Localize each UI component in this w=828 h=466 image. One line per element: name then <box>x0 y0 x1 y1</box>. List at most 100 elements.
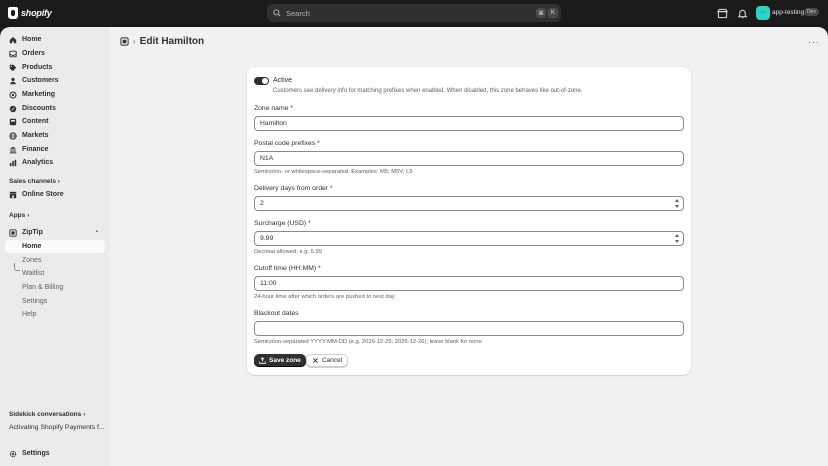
zone-name-value: Hamilton <box>260 120 287 127</box>
more-actions-icon[interactable]: ··· <box>808 37 820 48</box>
sidebar-item-label: Orders <box>22 50 45 57</box>
zone-name-label: Zone name * <box>254 105 293 112</box>
sidebar-item-customers[interactable]: Customers <box>5 74 105 87</box>
sidebar-item-home[interactable]: Home <box>5 33 105 46</box>
app-icon[interactable] <box>120 37 129 46</box>
sidebar-item-orders[interactable]: Orders <box>5 47 105 60</box>
subnav-item-plan-billing[interactable]: Plan & Billing <box>5 281 105 294</box>
postal-prefixes-input[interactable]: N1A <box>254 151 684 166</box>
save-icon <box>259 357 266 364</box>
sidebar: Home Orders Products Customers Marketing… <box>0 27 110 466</box>
gear-icon <box>9 450 17 457</box>
sidebar-item-label: Home <box>22 36 42 43</box>
delivery-days-input[interactable]: 2 <box>254 196 684 211</box>
sidebar-item-label: ZipTip <box>22 229 43 236</box>
shortcut-key-k: K <box>548 8 558 18</box>
store-icon[interactable] <box>717 8 728 19</box>
sidebar-item-settings[interactable]: Settings <box>5 447 105 460</box>
zone-form-card: Active Customers see delivery info for m… <box>247 67 691 375</box>
inbox-icon <box>9 50 17 57</box>
subnav-item-help[interactable]: Help <box>5 308 105 321</box>
store-avatar[interactable]: ··· <box>756 6 770 20</box>
sidebar-item-analytics[interactable]: Analytics <box>5 156 105 169</box>
globe-icon <box>9 131 17 140</box>
sidebar-item-label: Marketing <box>22 91 56 98</box>
subnav-item-zones[interactable]: Zones <box>5 254 105 267</box>
sidekick-label: Sidekick conversations <box>9 411 82 418</box>
store-name[interactable]: app-testing <box>772 9 804 16</box>
surcharge-input[interactable]: 9.99 <box>254 231 684 246</box>
sidebar-item-ziptip[interactable]: ZipTip • <box>5 226 105 239</box>
subnav-item-waitlist[interactable]: Waitlist <box>5 267 105 280</box>
active-label: Active <box>273 77 293 84</box>
sidebar-item-marketing[interactable]: Marketing <box>5 88 105 101</box>
shopify-logo[interactable]: shopify <box>8 7 52 19</box>
delivery-days-label: Delivery days from order * <box>254 185 333 192</box>
postal-prefixes-label: Postal code prefixes * <box>254 140 320 147</box>
postal-prefixes-value: N1A <box>260 155 274 162</box>
increment-arrow-icon[interactable] <box>674 234 679 237</box>
active-toggle[interactable] <box>254 77 269 85</box>
apps-heading[interactable]: Apps › <box>9 212 29 219</box>
apps-label: Apps <box>9 212 26 219</box>
subnav-item-home[interactable]: Home <box>5 240 105 253</box>
sidebar-item-online-store[interactable]: Online Store <box>5 188 105 201</box>
blackout-dates-input[interactable] <box>254 321 684 336</box>
brand-name: shopify <box>21 8 52 18</box>
save-zone-button[interactable]: Save zone <box>254 354 306 367</box>
sidebar-item-label: Finance <box>22 146 49 153</box>
zone-name-input[interactable]: Hamilton <box>254 116 684 131</box>
person-icon <box>10 77 16 84</box>
cutoff-time-input[interactable]: 11:00 <box>254 276 684 291</box>
sidebar-item-discounts[interactable]: Discounts <box>5 102 105 115</box>
delivery-days-stepper[interactable] <box>673 199 680 208</box>
sidebar-item-label: Discounts <box>22 105 56 112</box>
subnav-item-settings[interactable]: Settings <box>5 295 105 308</box>
cutoff-time-help: 24-hour time after which orders are push… <box>254 294 395 300</box>
sidekick-conversation-item[interactable]: Activating Shopify Payments f... <box>5 421 105 434</box>
page-header: › Edit Hamilton <box>120 36 204 47</box>
sidebar-item-content[interactable]: Content <box>5 115 105 128</box>
sidebar-item-finance[interactable]: Finance <box>5 143 105 156</box>
breadcrumb-chevron-icon: › <box>133 37 136 46</box>
search-icon <box>273 9 281 17</box>
pin-dot-icon[interactable]: • <box>96 229 98 235</box>
search-placeholder: Search <box>286 8 310 18</box>
surcharge-stepper[interactable] <box>673 234 680 243</box>
save-zone-label: Save zone <box>269 357 301 364</box>
surcharge-value: 9.99 <box>260 235 274 242</box>
decrement-arrow-icon[interactable] <box>674 240 679 243</box>
blackout-dates-label: Blackout dates <box>254 310 299 317</box>
cancel-button[interactable]: Cancel <box>306 354 349 367</box>
sales-channels-label: Sales channels <box>9 178 56 185</box>
sidebar-item-products[interactable]: Products <box>5 61 105 74</box>
sidebar-item-label: Markets <box>22 132 49 139</box>
close-icon <box>313 358 318 363</box>
bank-icon <box>9 146 17 153</box>
sidebar-item-label: Online Store <box>22 191 64 198</box>
app-grid-icon <box>9 228 17 237</box>
sidebar-item-label: Analytics <box>22 159 54 166</box>
decrement-arrow-icon[interactable] <box>674 205 679 208</box>
sales-channels-heading[interactable]: Sales channels › <box>9 178 60 185</box>
chart-icon <box>9 159 17 166</box>
bell-icon[interactable] <box>737 8 748 19</box>
increment-arrow-icon[interactable] <box>674 199 679 202</box>
surcharge-help: Decimal allowed; e.g. 5.99 <box>254 249 322 255</box>
shopify-bag-icon <box>8 7 18 19</box>
sidebar-item-label: Products <box>22 64 53 71</box>
cutoff-time-value: 11:00 <box>260 280 277 287</box>
sidebar-item-label: Customers <box>22 77 59 84</box>
content-icon <box>9 118 17 125</box>
search-input[interactable]: Search ⌘ K <box>267 4 561 22</box>
shortcut-key-cmd: ⌘ <box>536 8 546 18</box>
cancel-label: Cancel <box>322 357 343 364</box>
top-bar: shopify Search ⌘ K ··· app-testing Dev <box>0 0 828 27</box>
sidekick-heading[interactable]: Sidekick conversations › <box>9 411 85 418</box>
sidebar-item-label: Settings <box>22 450 50 457</box>
chevron-right-icon: › <box>57 178 60 185</box>
dev-badge: Dev <box>804 8 819 16</box>
chevron-right-icon: › <box>83 411 86 418</box>
sidebar-item-markets[interactable]: Markets <box>5 129 105 142</box>
blackout-dates-help: Semicolon-separated YYYY-MM-DD (e.g. 202… <box>254 339 482 345</box>
